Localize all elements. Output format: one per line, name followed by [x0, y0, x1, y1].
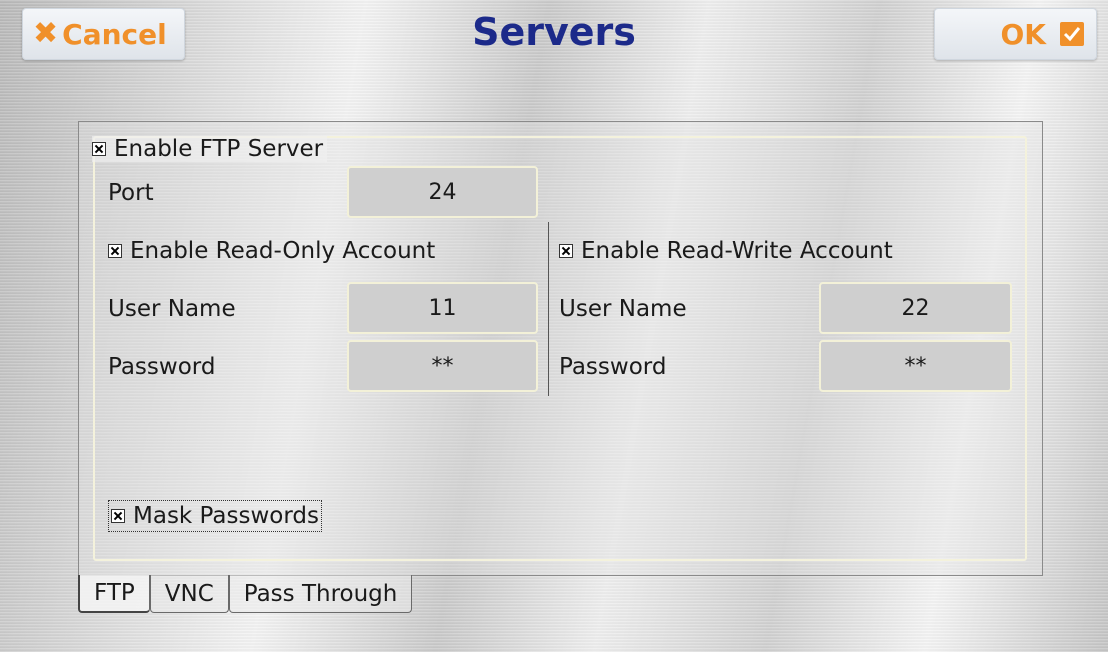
readwrite-password-label: Password [559, 354, 667, 380]
enable-ftp-server-label: Enable FTP Server [114, 136, 324, 162]
mask-passwords-label: Mask Passwords [133, 503, 319, 529]
enable-readonly-account-checkbox[interactable]: Enable Read-Only Account [108, 238, 435, 264]
checkbox-checked-icon [108, 244, 122, 258]
port-label: Port [108, 180, 154, 206]
port-input[interactable]: 24 [347, 166, 538, 218]
ok-label: OK [1000, 17, 1047, 51]
tab-bar: FTP VNC Pass Through [78, 575, 413, 613]
enable-readwrite-account-label: Enable Read-Write Account [581, 238, 893, 264]
enable-readonly-account-label: Enable Read-Only Account [130, 238, 436, 264]
enable-ftp-server-checkbox[interactable]: Enable FTP Server [92, 136, 328, 162]
readonly-password-label: Password [108, 354, 216, 380]
checkbox-checked-icon [559, 244, 573, 258]
checkbox-checked-icon [92, 142, 106, 156]
readonly-username-label: User Name [108, 296, 236, 322]
ok-button[interactable]: OK [934, 8, 1097, 60]
tab-pass-through[interactable]: Pass Through [228, 575, 413, 613]
checkbox-checked-icon [111, 509, 125, 523]
readonly-username-input[interactable]: 11 [347, 282, 538, 334]
readwrite-username-label: User Name [559, 296, 687, 322]
readonly-password-input[interactable]: ** [347, 340, 538, 392]
readwrite-username-input[interactable]: 22 [819, 282, 1012, 334]
tab-vnc[interactable]: VNC [149, 575, 229, 613]
enable-readwrite-account-checkbox[interactable]: Enable Read-Write Account [559, 238, 893, 264]
mask-passwords-checkbox[interactable]: Mask Passwords [108, 500, 322, 532]
tab-ftp[interactable]: FTP [78, 575, 150, 613]
check-icon [1060, 22, 1084, 46]
readwrite-password-input[interactable]: ** [819, 340, 1012, 392]
column-divider [548, 222, 549, 396]
